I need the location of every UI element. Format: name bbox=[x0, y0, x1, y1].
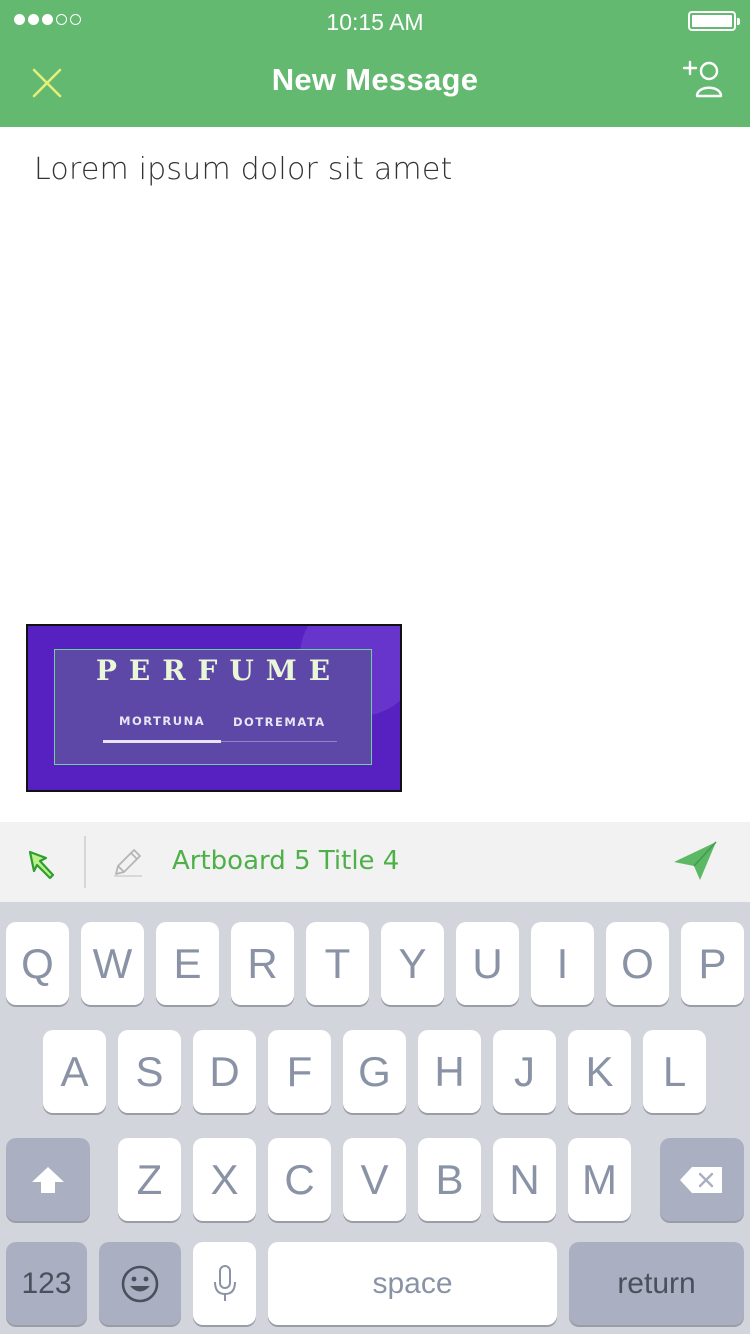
page-title: New Message bbox=[271, 62, 479, 97]
composer-divider bbox=[84, 836, 86, 888]
microphone-button[interactable] bbox=[193, 1242, 256, 1325]
attachment-nav-item: DOTREMATA bbox=[233, 715, 326, 729]
composer-input[interactable]: Artboard 5 Title 4 bbox=[172, 846, 399, 876]
key-a[interactable]: A bbox=[43, 1030, 106, 1113]
key-n[interactable]: N bbox=[493, 1138, 556, 1221]
emoji-icon bbox=[121, 1265, 159, 1302]
cursor-arrow-icon bbox=[28, 850, 55, 880]
key-b[interactable]: B bbox=[418, 1138, 481, 1221]
backspace-button[interactable] bbox=[660, 1138, 744, 1221]
attachment-frame: PERFUME MORTRUNA DOTREMATA bbox=[54, 649, 372, 765]
key-p[interactable]: P bbox=[681, 922, 744, 1005]
attachment-nav-item: MORTRUNA bbox=[119, 714, 206, 728]
key-u[interactable]: U bbox=[456, 922, 519, 1005]
pencil-button[interactable] bbox=[110, 844, 146, 880]
shift-icon bbox=[32, 1166, 64, 1193]
key-o[interactable]: O bbox=[606, 922, 669, 1005]
key-w[interactable]: W bbox=[81, 922, 144, 1005]
microphone-icon bbox=[213, 1264, 236, 1301]
key-g[interactable]: G bbox=[343, 1030, 406, 1113]
key-f[interactable]: F bbox=[268, 1030, 331, 1113]
key-e[interactable]: E bbox=[156, 922, 219, 1005]
numbers-button[interactable]: 123 bbox=[6, 1242, 87, 1325]
key-x[interactable]: X bbox=[193, 1138, 256, 1221]
key-h[interactable]: H bbox=[418, 1030, 481, 1113]
send-button[interactable] bbox=[672, 840, 718, 882]
status-bar: 10:15 AM bbox=[0, 0, 750, 40]
key-t[interactable]: T bbox=[306, 922, 369, 1005]
key-l[interactable]: L bbox=[643, 1030, 706, 1113]
key-c[interactable]: C bbox=[268, 1138, 331, 1221]
key-j[interactable]: J bbox=[493, 1030, 556, 1113]
backspace-icon bbox=[680, 1166, 722, 1193]
shift-button[interactable] bbox=[6, 1138, 90, 1221]
attachment-thumbnail[interactable]: PERFUME MORTRUNA DOTREMATA bbox=[26, 624, 402, 792]
pencil-icon bbox=[114, 849, 142, 877]
header: 10:15 AM New Message bbox=[0, 0, 750, 127]
message-text[interactable]: Lorem ipsum dolor sit amet bbox=[34, 152, 452, 187]
key-s[interactable]: S bbox=[118, 1030, 181, 1113]
key-r[interactable]: R bbox=[231, 922, 294, 1005]
key-k[interactable]: K bbox=[568, 1030, 631, 1113]
send-icon bbox=[674, 841, 717, 880]
select-tool-button[interactable] bbox=[26, 848, 60, 882]
add-person-button[interactable] bbox=[682, 58, 726, 100]
key-i[interactable]: I bbox=[531, 922, 594, 1005]
key-m[interactable]: M bbox=[568, 1138, 631, 1221]
space-bar[interactable]: space bbox=[268, 1242, 557, 1325]
key-z[interactable]: Z bbox=[118, 1138, 181, 1221]
key-d[interactable]: D bbox=[193, 1030, 256, 1113]
battery-icon bbox=[688, 11, 740, 31]
return-button[interactable]: return bbox=[569, 1242, 744, 1325]
keyboard: Q W E R T Y U I O P A S D F G H J K L Z … bbox=[0, 902, 750, 1334]
composer-bar: Artboard 5 Title 4 bbox=[0, 822, 750, 902]
attachment-title: PERFUME bbox=[95, 654, 343, 687]
key-y[interactable]: Y bbox=[381, 922, 444, 1005]
status-time: 10:15 AM bbox=[326, 9, 424, 35]
attachment-nav-active-indicator bbox=[103, 740, 221, 743]
key-v[interactable]: V bbox=[343, 1138, 406, 1221]
add-person-icon bbox=[682, 60, 723, 98]
key-q[interactable]: Q bbox=[6, 922, 69, 1005]
emoji-button[interactable] bbox=[99, 1242, 181, 1325]
